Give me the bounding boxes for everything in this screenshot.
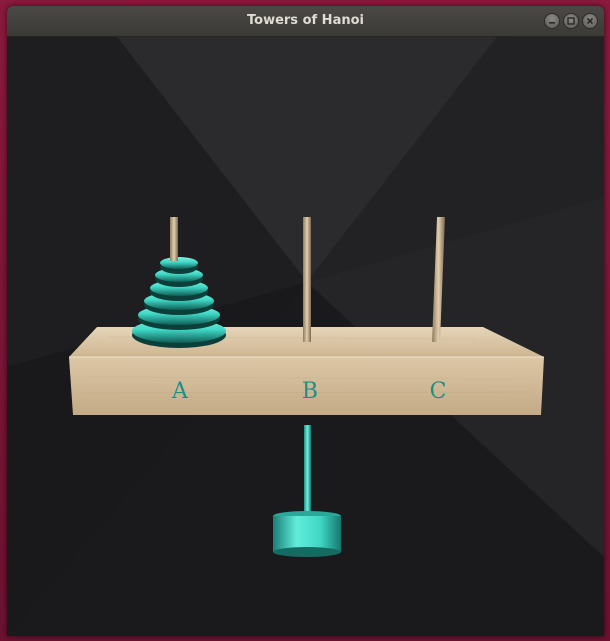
app-window: Towers of Hanoi A B C: [7, 6, 604, 636]
close-button[interactable]: [582, 13, 598, 29]
minimize-icon: [549, 22, 555, 24]
close-icon: [586, 17, 594, 25]
game-canvas[interactable]: A B C: [7, 37, 604, 636]
peg-b[interactable]: [303, 217, 311, 342]
minimize-button[interactable]: [544, 13, 560, 29]
peg-label-a: A: [172, 379, 188, 404]
disk-picker[interactable]: [273, 425, 341, 557]
disk-1[interactable]: [160, 257, 198, 269]
title-bar[interactable]: Towers of Hanoi: [7, 6, 604, 37]
maximize-icon: [567, 17, 575, 25]
peg-label-c: C: [429, 379, 447, 404]
scene-graphics: [7, 37, 604, 636]
maximize-button[interactable]: [563, 13, 579, 29]
peg-label-b: B: [301, 379, 319, 404]
window-title: Towers of Hanoi: [247, 13, 364, 28]
